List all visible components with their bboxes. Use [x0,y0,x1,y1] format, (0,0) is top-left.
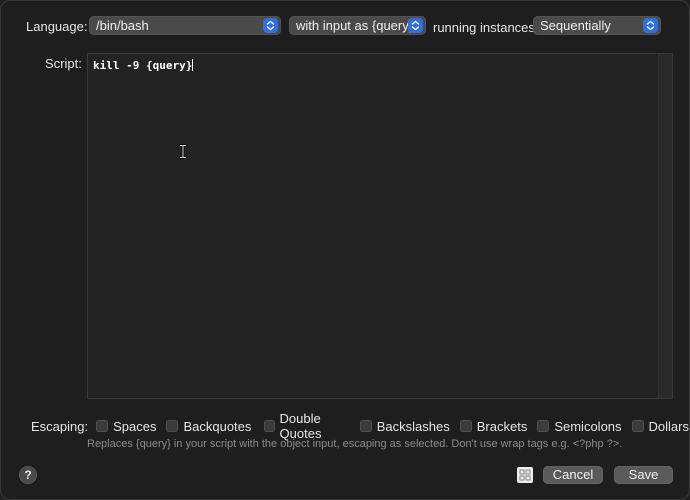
chevron-up-down-icon [263,18,278,33]
script-code[interactable]: kill -9 {query} [93,59,194,72]
cancel-button[interactable]: Cancel [543,466,603,484]
escape-spaces-option[interactable]: Spaces [96,419,156,434]
help-button[interactable]: ? [19,466,37,484]
script-filter-window: Language: /bin/bash with input as {query… [0,0,690,500]
language-label: Language: [26,19,88,34]
escape-semicolons-option[interactable]: Semicolons [537,419,622,434]
escape-brackets-checkbox[interactable] [459,420,472,432]
escape-double-quotes-option[interactable]: Double Quotes [264,411,352,441]
escape-semicolons-checkbox[interactable] [537,420,550,432]
running-instances-label: running instances [433,20,535,35]
text-caret [192,59,194,71]
input-mode-popup[interactable]: with input as {query} [289,16,426,35]
language-popup[interactable]: /bin/bash [89,16,281,35]
script-scrollbar[interactable] [658,54,672,398]
escape-backquotes-option[interactable]: Backquotes [166,419,251,434]
script-label: Script: [45,56,82,71]
escape-backslashes-option[interactable]: Backslashes [359,419,450,434]
input-mode-value: with input as {query} [296,18,414,33]
escaping-hint: Replaces {query} in your script with the… [87,438,623,450]
language-value: /bin/bash [96,18,149,33]
grid-icon[interactable] [517,467,533,483]
chevron-up-down-icon [643,18,658,33]
running-instances-popup[interactable]: Sequentially [533,16,661,35]
escape-backquotes-checkbox[interactable] [166,420,179,432]
escaping-row: Escaping: Spaces Backquotes Double Quote… [31,411,689,441]
escape-brackets-option[interactable]: Brackets [459,419,527,434]
script-editor[interactable]: kill -9 {query} [87,53,673,399]
escape-spaces-checkbox[interactable] [96,420,109,432]
escape-double-quotes-checkbox[interactable] [264,420,275,432]
running-instances-value: Sequentially [540,18,611,33]
ibeam-cursor-icon [179,144,187,162]
escape-dollars-checkbox[interactable] [631,420,644,432]
escape-backslashes-checkbox[interactable] [359,420,372,432]
save-button[interactable]: Save [614,466,673,484]
escaping-label: Escaping: [31,418,89,434]
chevron-up-down-icon [408,18,423,33]
escape-dollars-option[interactable]: Dollars [631,419,689,434]
